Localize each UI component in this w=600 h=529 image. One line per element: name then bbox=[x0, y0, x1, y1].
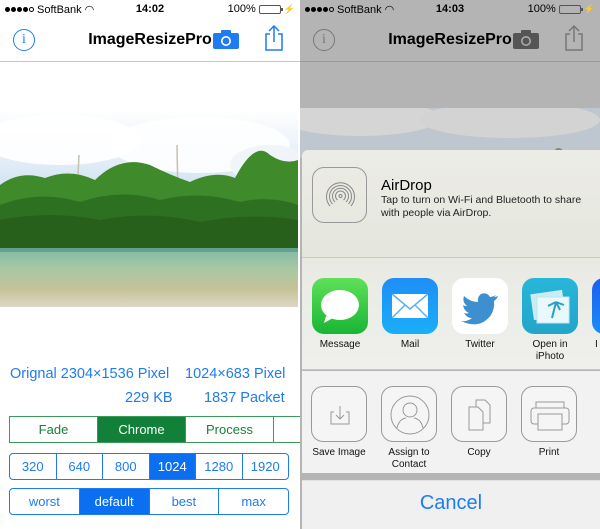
nav-bar: i ImageResizePro bbox=[0, 20, 300, 62]
app-title: ImageResizePro bbox=[88, 31, 212, 48]
size-option-800[interactable]: 800 bbox=[103, 454, 150, 479]
share-app-label: Open in iPhoto bbox=[532, 339, 568, 362]
quality-segmented-control: worst default best max bbox=[9, 488, 289, 515]
packet-count-label: 1837 Packet bbox=[204, 390, 285, 406]
contact-icon bbox=[381, 386, 437, 442]
share-actions-row: Save Image Assign to Contact Copy Print bbox=[302, 371, 600, 473]
charging-icon: ⚡ bbox=[283, 3, 295, 14]
copy-icon bbox=[451, 386, 507, 442]
share-icon bbox=[565, 25, 583, 51]
share-app-partial[interactable]: I bbox=[591, 278, 600, 351]
action-label: Save Image bbox=[312, 447, 366, 458]
filter-option-chrome[interactable]: Chrome bbox=[98, 417, 186, 442]
share-apps-row: Message Mail Twitter Open in iPhoto I bbox=[302, 258, 600, 370]
status-bar: SoftBank ◠ 14:02 100% ⚡ bbox=[0, 0, 300, 20]
size-option-640[interactable]: 640 bbox=[57, 454, 103, 479]
battery-icon bbox=[558, 4, 583, 14]
filter-option-process[interactable]: Process bbox=[186, 417, 274, 442]
message-icon bbox=[312, 278, 368, 334]
size-option-1280[interactable]: 1280 bbox=[196, 454, 243, 479]
battery-icon bbox=[258, 4, 283, 14]
twitter-icon bbox=[452, 278, 508, 334]
print-icon bbox=[521, 386, 577, 442]
action-label: Assign to Contact bbox=[388, 447, 430, 470]
action-assign-contact[interactable]: Assign to Contact bbox=[376, 386, 442, 471]
camera-icon[interactable] bbox=[213, 30, 239, 49]
battery-status: 100% ⚡ bbox=[528, 3, 595, 15]
filter-option-more[interactable] bbox=[274, 417, 300, 442]
charging-icon: ⚡ bbox=[583, 3, 595, 14]
battery-percent: 100% bbox=[527, 3, 556, 15]
airdrop-description: Tap to turn on Wi-Fi and Bluetooth to sh… bbox=[381, 194, 582, 219]
share-app-message[interactable]: Message bbox=[311, 278, 369, 351]
share-sheet: AirDrop Tap to turn on Wi-Fi and Bluetoo… bbox=[302, 150, 600, 529]
status-bar: SoftBank ◠ 14:03 100% ⚡ bbox=[300, 0, 600, 20]
size-option-320[interactable]: 320 bbox=[10, 454, 57, 479]
quality-option-worst[interactable]: worst bbox=[10, 489, 80, 514]
cancel-panel: Cancel bbox=[302, 480, 600, 529]
camera-icon bbox=[513, 30, 539, 49]
action-label: Print bbox=[538, 447, 560, 458]
quality-option-max[interactable]: max bbox=[219, 489, 288, 514]
action-copy[interactable]: Copy bbox=[446, 386, 512, 459]
share-screen: SoftBank ◠ 14:03 100% ⚡ i ImageResizePro bbox=[300, 0, 600, 529]
share-app-mail[interactable]: Mail bbox=[381, 278, 439, 351]
share-app-label: Mail bbox=[400, 339, 420, 350]
share-app-label: Message bbox=[319, 339, 361, 350]
file-size-label: 229 KB bbox=[125, 390, 173, 406]
nav-bar: i ImageResizePro bbox=[300, 20, 600, 62]
airdrop-panel[interactable]: AirDrop Tap to turn on Wi-Fi and Bluetoo… bbox=[302, 150, 600, 258]
app-icon bbox=[592, 278, 600, 334]
original-size-label: Orignal 2304×1536 Pixel bbox=[10, 366, 170, 382]
size-option-1024[interactable]: 1024 bbox=[149, 454, 196, 479]
size-option-1920[interactable]: 1920 bbox=[243, 454, 289, 479]
action-print[interactable]: Print bbox=[516, 386, 582, 459]
iphoto-icon bbox=[522, 278, 578, 334]
save-image-icon bbox=[311, 386, 367, 442]
cancel-button[interactable]: Cancel bbox=[302, 481, 600, 525]
share-app-iphoto[interactable]: Open in iPhoto bbox=[521, 278, 579, 363]
app-title: ImageResizePro bbox=[388, 31, 512, 48]
quality-option-default[interactable]: default bbox=[79, 489, 150, 514]
filter-segmented-control: Fade Chrome Process bbox=[9, 416, 300, 443]
action-save-image[interactable]: Save Image bbox=[306, 386, 372, 459]
resized-size-label: 1024×683 Pixel bbox=[185, 366, 286, 382]
airdrop-title: AirDrop bbox=[381, 177, 432, 194]
action-label: Copy bbox=[467, 447, 491, 458]
battery-status: 100% ⚡ bbox=[228, 3, 295, 15]
filter-option-fade[interactable]: Fade bbox=[10, 417, 98, 442]
battery-percent: 100% bbox=[227, 3, 256, 15]
share-app-label: Twitter bbox=[465, 339, 495, 350]
size-segmented-control: 320 640 800 1024 1280 1920 bbox=[9, 453, 289, 480]
share-icon[interactable] bbox=[264, 25, 284, 51]
airdrop-icon[interactable] bbox=[312, 167, 367, 223]
main-screen: SoftBank ◠ 14:02 100% ⚡ i ImageResizePro bbox=[0, 0, 300, 529]
share-app-label: I bbox=[595, 339, 598, 350]
quality-option-best[interactable]: best bbox=[150, 489, 220, 514]
mail-icon bbox=[382, 278, 438, 334]
preview-image bbox=[0, 110, 298, 307]
share-app-twitter[interactable]: Twitter bbox=[451, 278, 509, 351]
